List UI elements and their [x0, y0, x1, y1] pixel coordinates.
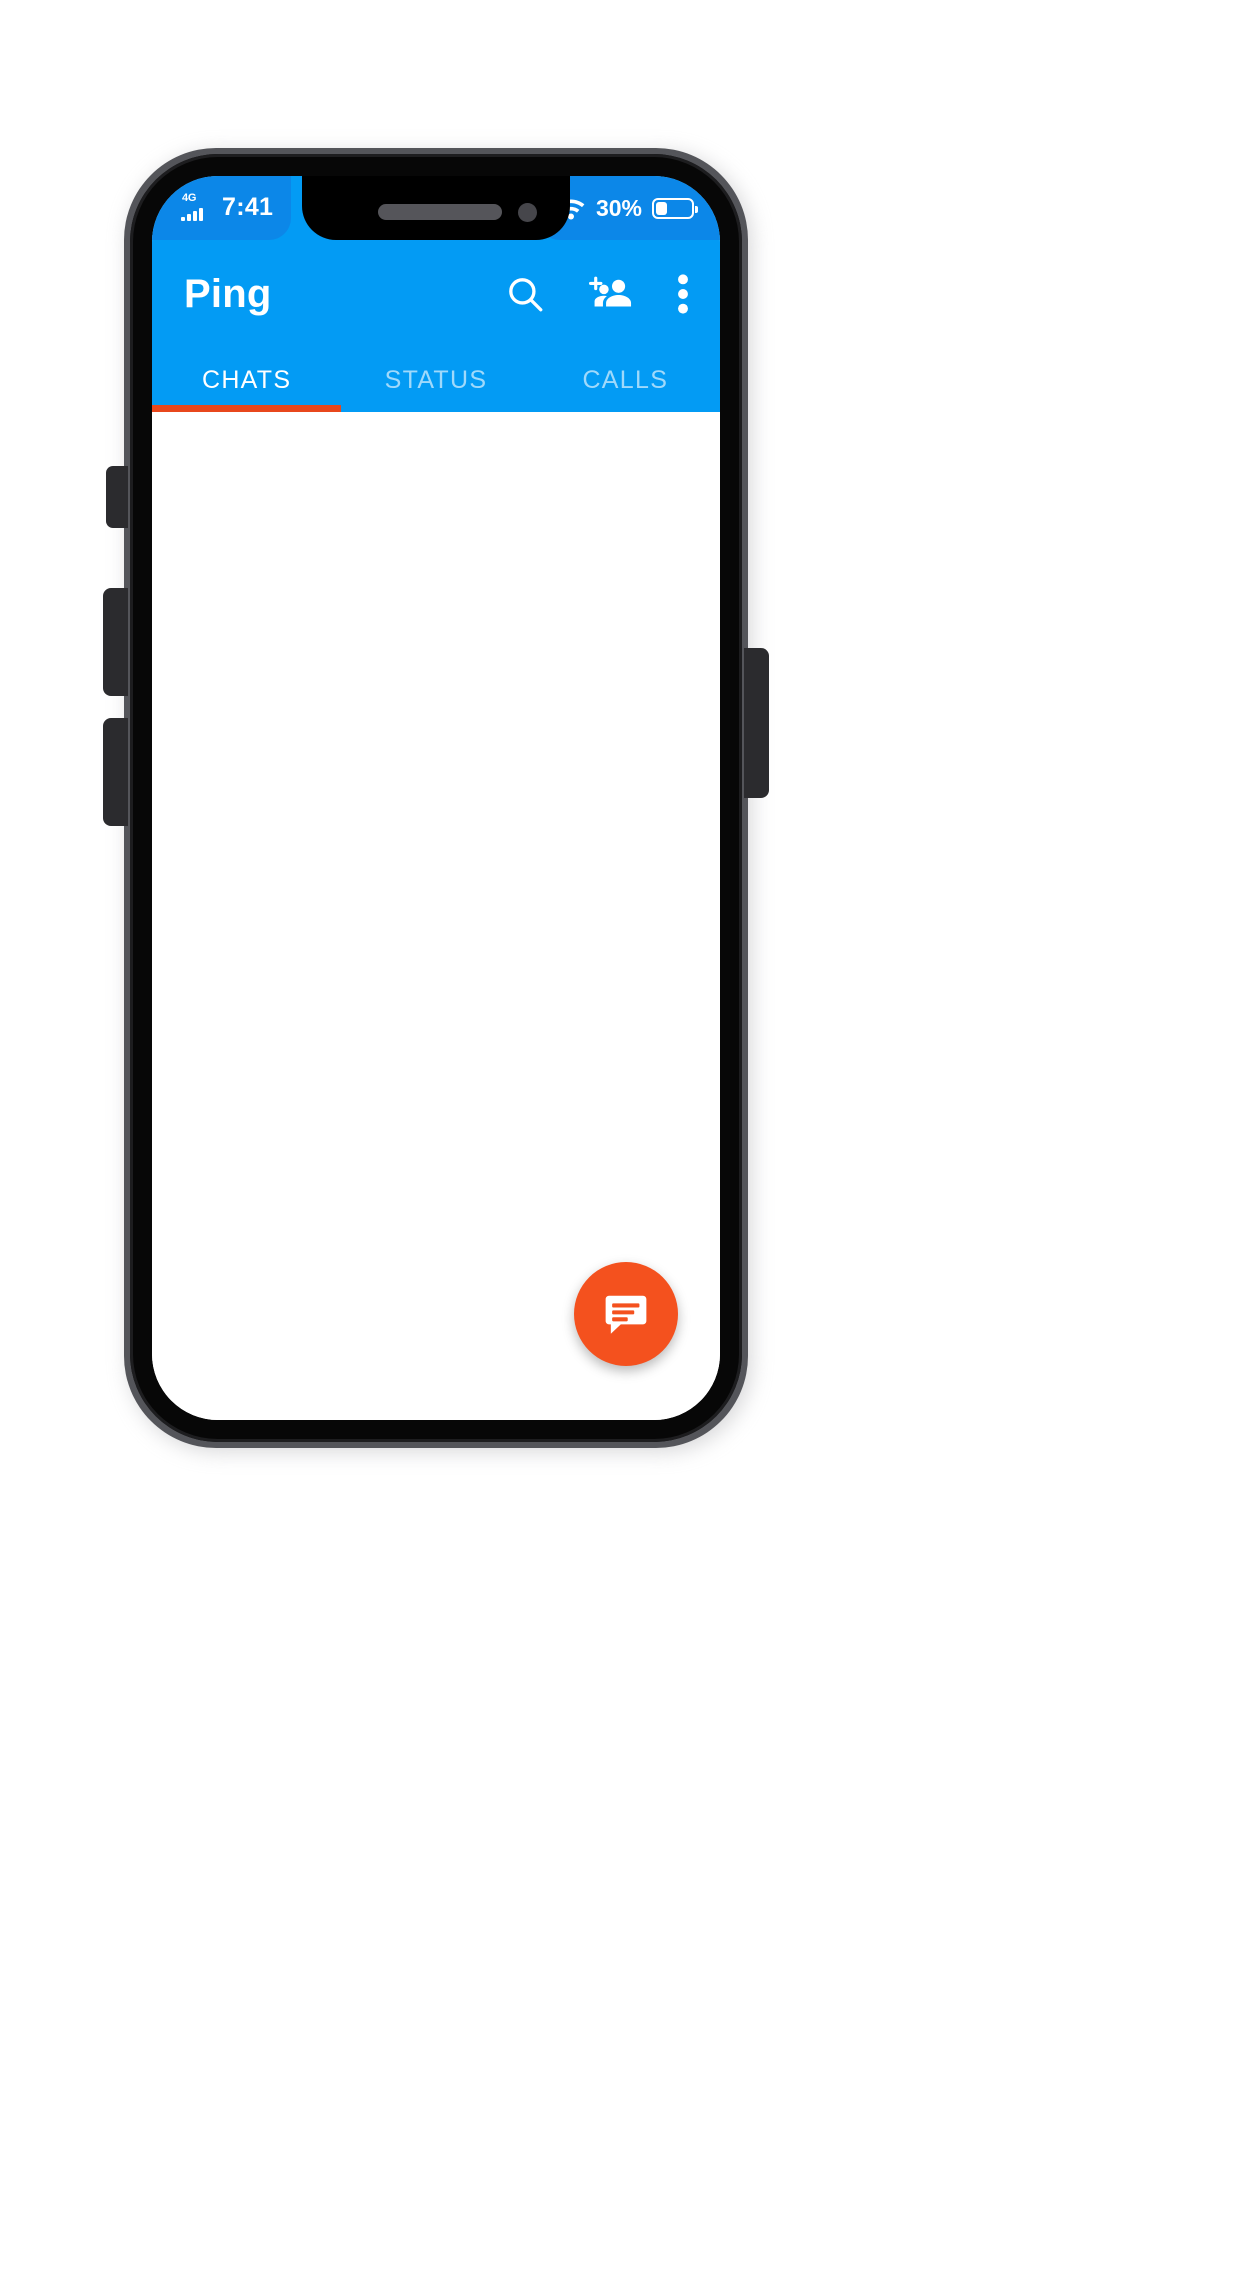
chat-bubble-icon: [605, 1295, 647, 1334]
page-title: Ping: [184, 271, 272, 316]
volume-down-button[interactable]: [103, 718, 128, 826]
power-button[interactable]: [744, 648, 769, 798]
active-tab-indicator: [152, 405, 342, 412]
mute-switch-button[interactable]: [106, 466, 128, 528]
app-bar: Ping CHATS STATUS CALLS 4G 7:41 30%: [152, 176, 720, 412]
device-notch: [302, 176, 570, 240]
app-bar-actions: [504, 272, 690, 316]
tab-bar: CHATS STATUS CALLS: [152, 348, 720, 412]
status-bar-clock: 7:41: [222, 192, 274, 221]
battery-fill: [656, 201, 668, 215]
battery-percent-label: 30%: [595, 194, 642, 221]
chat-list-area[interactable]: [152, 412, 720, 1420]
new-chat-fab[interactable]: [574, 1262, 678, 1366]
search-button[interactable]: [504, 273, 546, 315]
volume-up-button[interactable]: [103, 588, 128, 696]
tab-calls[interactable]: CALLS: [531, 348, 720, 412]
app-bar-top-row: Ping: [152, 240, 720, 348]
overflow-menu-button[interactable]: [676, 272, 690, 316]
screenshot-root: Ping CHATS STATUS CALLS 4G 7:41 30%: [0, 0, 1240, 2280]
add-people-icon: [588, 276, 632, 307]
search-icon: [509, 278, 543, 312]
signal-bars-icon: 4G: [180, 192, 210, 223]
battery-icon: [652, 197, 698, 219]
speaker-grille-icon: [378, 204, 502, 220]
phone-screen: Ping CHATS STATUS CALLS 4G 7:41 30%: [152, 176, 720, 1420]
front-camera-icon: [518, 203, 537, 222]
status-bar-left: 4G 7:41: [152, 176, 292, 240]
add-people-button[interactable]: [588, 273, 634, 315]
signal-bars: [181, 208, 203, 221]
overflow-menu-icon: [678, 274, 688, 314]
network-type-label: 4G: [182, 192, 197, 204]
tab-chats[interactable]: CHATS: [152, 348, 341, 412]
tab-status[interactable]: STATUS: [341, 348, 530, 412]
